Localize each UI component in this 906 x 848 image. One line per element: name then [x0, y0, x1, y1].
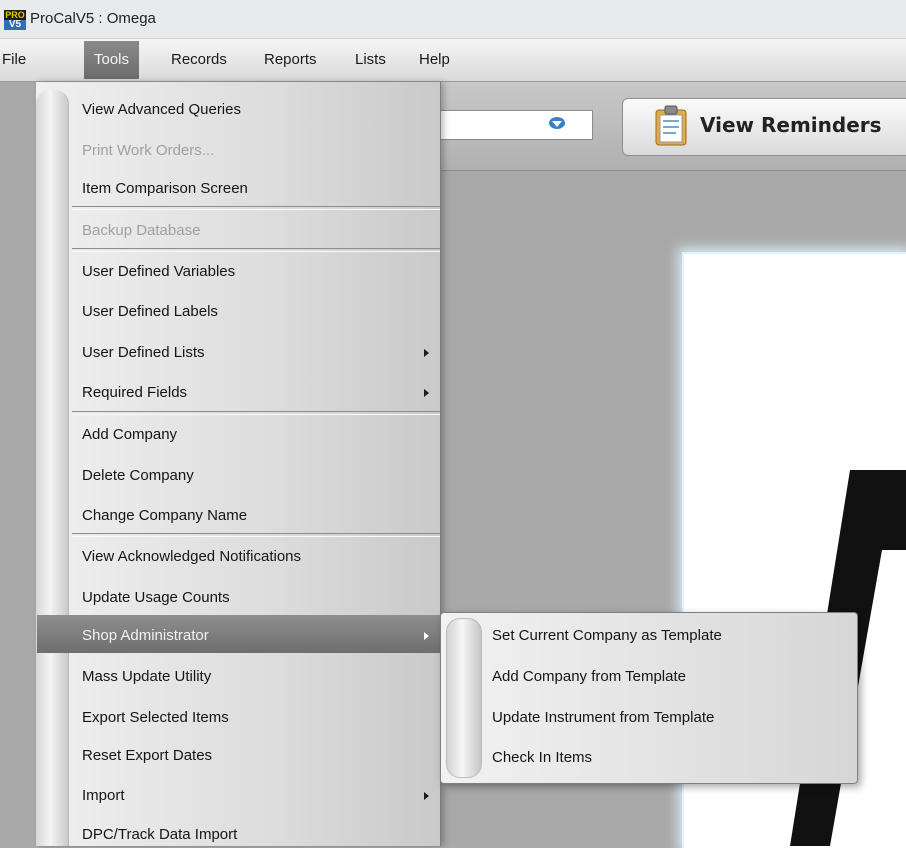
title-bar: PRO V5 ProCalV5 : Omega	[0, 0, 906, 39]
menu-item-print-work-orders: Print Work Orders...	[82, 142, 215, 159]
submenu-arrow-icon	[424, 632, 429, 640]
menu-item-shop-administrator[interactable]: Shop Administrator	[82, 627, 209, 644]
clipboard-icon	[655, 105, 687, 146]
submenu-item-update-instrument-from-template[interactable]: Update Instrument from Template	[492, 709, 714, 726]
menu-tools[interactable]: Tools	[84, 41, 140, 79]
menu-separator	[72, 248, 440, 252]
menu-item-view-advanced-queries[interactable]: View Advanced Queries	[82, 101, 241, 118]
menu-item-import[interactable]: Import	[82, 787, 125, 804]
menu-item-user-defined-labels[interactable]: User Defined Labels	[82, 303, 218, 320]
app-logo-icon: PRO V5	[4, 10, 26, 30]
submenu-item-set-current-company-as-template[interactable]: Set Current Company as Template	[492, 627, 722, 644]
submenu-arrow-icon	[424, 349, 429, 357]
menu-item-export-selected-items[interactable]: Export Selected Items	[82, 709, 229, 726]
menu-item-update-usage-counts[interactable]: Update Usage Counts	[82, 589, 230, 606]
submenu-icon-gutter	[446, 618, 482, 778]
menu-item-mass-update-utility[interactable]: Mass Update Utility	[82, 668, 211, 685]
dropdown-arrow-icon[interactable]	[548, 116, 566, 130]
view-reminders-label: View Reminders	[700, 113, 882, 137]
submenu-arrow-icon	[424, 792, 429, 800]
window-title: ProCalV5 : Omega	[30, 10, 156, 27]
menu-separator	[72, 533, 440, 537]
menu-item-delete-company[interactable]: Delete Company	[82, 467, 194, 484]
menu-item-item-comparison-screen[interactable]: Item Comparison Screen	[82, 180, 248, 197]
menu-file[interactable]: File	[2, 51, 26, 68]
submenu-arrow-icon	[424, 389, 429, 397]
menu-bar: File Tools Records Reports Lists Help	[0, 39, 906, 82]
submenu-item-add-company-from-template[interactable]: Add Company from Template	[492, 668, 686, 685]
menu-reports[interactable]: Reports	[264, 51, 317, 68]
menu-records[interactable]: Records	[171, 51, 227, 68]
menu-help[interactable]: Help	[419, 51, 450, 68]
menu-separator	[72, 206, 440, 210]
menu-item-reset-export-dates[interactable]: Reset Export Dates	[82, 747, 212, 764]
company-combo[interactable]	[440, 110, 593, 140]
menu-item-add-company[interactable]: Add Company	[82, 426, 177, 443]
tools-menu-icon-gutter	[36, 90, 69, 846]
menu-item-dpc-track-data-import[interactable]: DPC/Track Data Import	[82, 826, 237, 843]
menu-item-user-defined-lists[interactable]: User Defined Lists	[82, 344, 205, 361]
menu-item-backup-database: Backup Database	[82, 222, 201, 239]
menu-item-required-fields[interactable]: Required Fields	[82, 384, 187, 401]
menu-item-view-acknowledged-notifications[interactable]: View Acknowledged Notifications	[82, 548, 301, 565]
app-logo-bottom-text: V5	[4, 20, 26, 30]
menu-lists[interactable]: Lists	[355, 51, 386, 68]
menu-item-change-company-name[interactable]: Change Company Name	[82, 507, 247, 524]
menu-item-user-defined-variables[interactable]: User Defined Variables	[82, 263, 235, 280]
submenu-item-check-in-items[interactable]: Check In Items	[492, 749, 592, 766]
menu-separator	[72, 411, 440, 415]
